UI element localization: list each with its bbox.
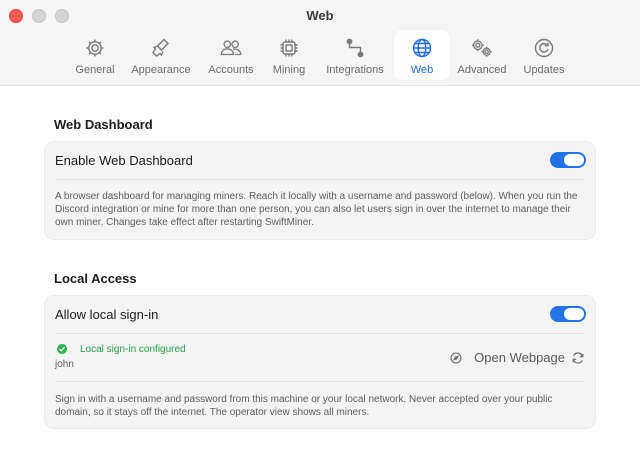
allow-local-signin-label: Allow local sign-in bbox=[55, 307, 159, 322]
open-webpage-label: Open Webpage bbox=[474, 350, 565, 365]
web-dashboard-description: A browser dashboard for managing miners.… bbox=[55, 191, 578, 228]
tab-label: Accounts bbox=[208, 64, 254, 76]
tab-label: Advanced bbox=[457, 64, 507, 76]
tab-general[interactable]: General bbox=[72, 30, 118, 80]
enable-web-dashboard-label: Enable Web Dashboard bbox=[55, 153, 193, 168]
tab-label: Appearance bbox=[131, 64, 191, 76]
signin-status-text: Local sign-in configured bbox=[80, 344, 186, 355]
tab-accounts[interactable]: Accounts bbox=[204, 30, 258, 80]
gear-icon bbox=[83, 36, 107, 60]
divider bbox=[55, 333, 585, 334]
open-webpage-link[interactable]: Open Webpage bbox=[450, 350, 585, 365]
divider bbox=[55, 179, 585, 180]
toggle-knob bbox=[564, 154, 584, 166]
tab-label: Integrations bbox=[326, 64, 384, 76]
people-icon bbox=[219, 36, 243, 60]
web-dashboard-card: Enable Web Dashboard A browser dashboard… bbox=[44, 141, 596, 240]
paintbrush-icon bbox=[149, 36, 173, 60]
gears-icon bbox=[470, 36, 494, 60]
compass-icon bbox=[450, 351, 462, 364]
allow-local-signin-toggle[interactable] bbox=[550, 306, 586, 322]
toggle-knob bbox=[564, 308, 584, 320]
connection-icon bbox=[343, 36, 367, 60]
globe-icon bbox=[410, 36, 434, 60]
chip-icon bbox=[277, 36, 301, 60]
local-access-card: Allow local sign-in Local sign-in config… bbox=[44, 295, 596, 429]
title-bar: Web General Appearance Accounts Mining I… bbox=[0, 0, 640, 86]
tab-label: Updates bbox=[523, 64, 565, 76]
enable-web-dashboard-toggle[interactable] bbox=[550, 152, 586, 168]
tab-appearance[interactable]: Appearance bbox=[128, 30, 194, 80]
tab-web[interactable]: Web bbox=[394, 30, 450, 80]
local-access-description: Sign in with a username and password fro… bbox=[55, 394, 553, 418]
username-text: john bbox=[55, 359, 74, 370]
tab-label: General bbox=[75, 64, 115, 76]
refresh-icon bbox=[532, 36, 556, 60]
web-dashboard-heading: Web Dashboard bbox=[54, 117, 153, 132]
preferences-toolbar: General Appearance Accounts Mining Integ… bbox=[0, 30, 640, 82]
tab-mining[interactable]: Mining bbox=[268, 30, 310, 80]
local-access-heading: Local Access bbox=[54, 271, 137, 286]
window-title: Web bbox=[306, 8, 334, 23]
tab-integrations[interactable]: Integrations bbox=[320, 30, 390, 80]
tab-updates[interactable]: Updates bbox=[518, 30, 570, 80]
tab-label: Mining bbox=[272, 64, 306, 76]
checkmark-icon bbox=[57, 344, 67, 354]
tab-advanced[interactable]: Advanced bbox=[454, 30, 510, 80]
tab-label: Web bbox=[410, 64, 434, 76]
reload-icon[interactable] bbox=[571, 351, 585, 365]
divider bbox=[55, 381, 585, 382]
